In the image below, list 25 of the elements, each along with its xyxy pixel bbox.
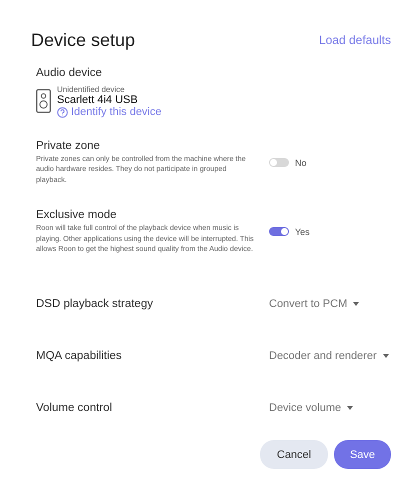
toggle-value: Yes <box>295 226 310 237</box>
dropdown[interactable]: Decoder and renderer <box>269 350 389 362</box>
setting-label: MQA capabilities <box>36 350 123 362</box>
device-status: Unidentified device <box>57 85 126 94</box>
save-button[interactable]: Save <box>334 440 391 470</box>
speaker-icon <box>36 89 51 113</box>
dropdown[interactable]: Device volume <box>269 402 354 414</box>
caret-icon <box>353 302 360 306</box>
setting-label: Volume control <box>36 402 114 414</box>
help-icon <box>57 106 68 118</box>
section-label: Audio device <box>36 67 103 79</box>
setting-label: Private zone <box>36 140 101 152</box>
setting-label: DSD playback strategy <box>36 298 154 310</box>
toggle-switch[interactable] <box>269 158 289 168</box>
toggle-switch[interactable] <box>269 227 289 236</box>
setting-label: Exclusive mode <box>36 209 118 222</box>
identify-link[interactable]: Identify this device <box>57 106 162 118</box>
toggle-value: No <box>295 158 307 168</box>
dropdown[interactable]: Convert to PCM <box>269 298 360 310</box>
dialog-title: Device setup <box>31 30 136 50</box>
caret-icon <box>347 406 354 410</box>
cancel-button[interactable]: Cancel <box>260 440 328 470</box>
load-defaults-link[interactable]: Load defaults <box>318 33 391 47</box>
caret-icon <box>382 354 389 358</box>
device-name: Scarlett 4i4 USB <box>57 94 139 106</box>
